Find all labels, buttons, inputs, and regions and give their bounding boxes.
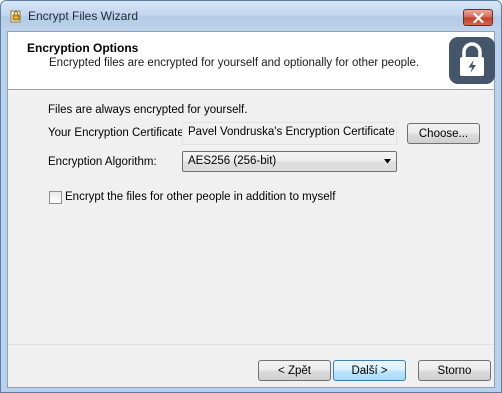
window-title: Encrypt Files Wizard: [28, 9, 139, 23]
algorithm-label: Encryption Algorithm:: [48, 156, 157, 168]
title-bar[interactable]: Encrypt Files Wizard: [1, 1, 501, 31]
page-title: Encryption Options: [27, 41, 139, 55]
close-button[interactable]: [463, 9, 493, 26]
encrypt-for-others-checkbox[interactable]: [49, 191, 62, 204]
cancel-button[interactable]: Storno: [418, 360, 491, 381]
algorithm-select[interactable]: AES256 (256-bit): [182, 151, 397, 172]
lock-icon: [449, 37, 495, 84]
choose-button[interactable]: Choose...: [407, 123, 480, 144]
certificate-label: Your Encryption Certificate:: [48, 127, 187, 139]
wizard-client-area: Encryption Options Encrypted files are e…: [7, 31, 495, 388]
next-button[interactable]: Další >: [333, 360, 406, 381]
algorithm-selected-value: AES256 (256-bit): [188, 155, 277, 167]
chevron-down-icon: [384, 159, 391, 164]
always-encrypted-note: Files are always encrypted for yourself.: [48, 104, 248, 116]
encrypt-wizard-icon: [9, 10, 22, 23]
page-subtitle: Encrypted files are encrypted for yourse…: [49, 57, 420, 69]
wizard-header: Encryption Options Encrypted files are e…: [8, 32, 495, 90]
back-button[interactable]: < Zpět: [258, 360, 331, 381]
encrypt-for-others-label[interactable]: Encrypt the files for other people in ad…: [65, 191, 335, 203]
footer-divider: [8, 344, 494, 345]
wizard-window: Encrypt Files Wizard Encryption Options …: [0, 0, 502, 393]
certificate-field: Pavel Vondruska's Encryption Certificate: [182, 122, 397, 145]
close-icon: [472, 12, 484, 23]
